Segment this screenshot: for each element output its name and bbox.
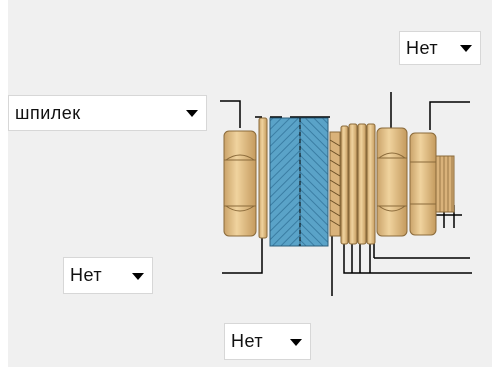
stud-end xyxy=(435,155,455,213)
washers-stack xyxy=(340,123,376,245)
left-nut xyxy=(223,130,257,237)
clamped-plates xyxy=(269,117,329,247)
bolt-assembly-diagram xyxy=(220,92,472,296)
right-nut-1 xyxy=(376,127,408,237)
right-nut-2 xyxy=(409,132,437,236)
left-washer xyxy=(258,117,268,239)
thread-segment xyxy=(329,131,341,237)
